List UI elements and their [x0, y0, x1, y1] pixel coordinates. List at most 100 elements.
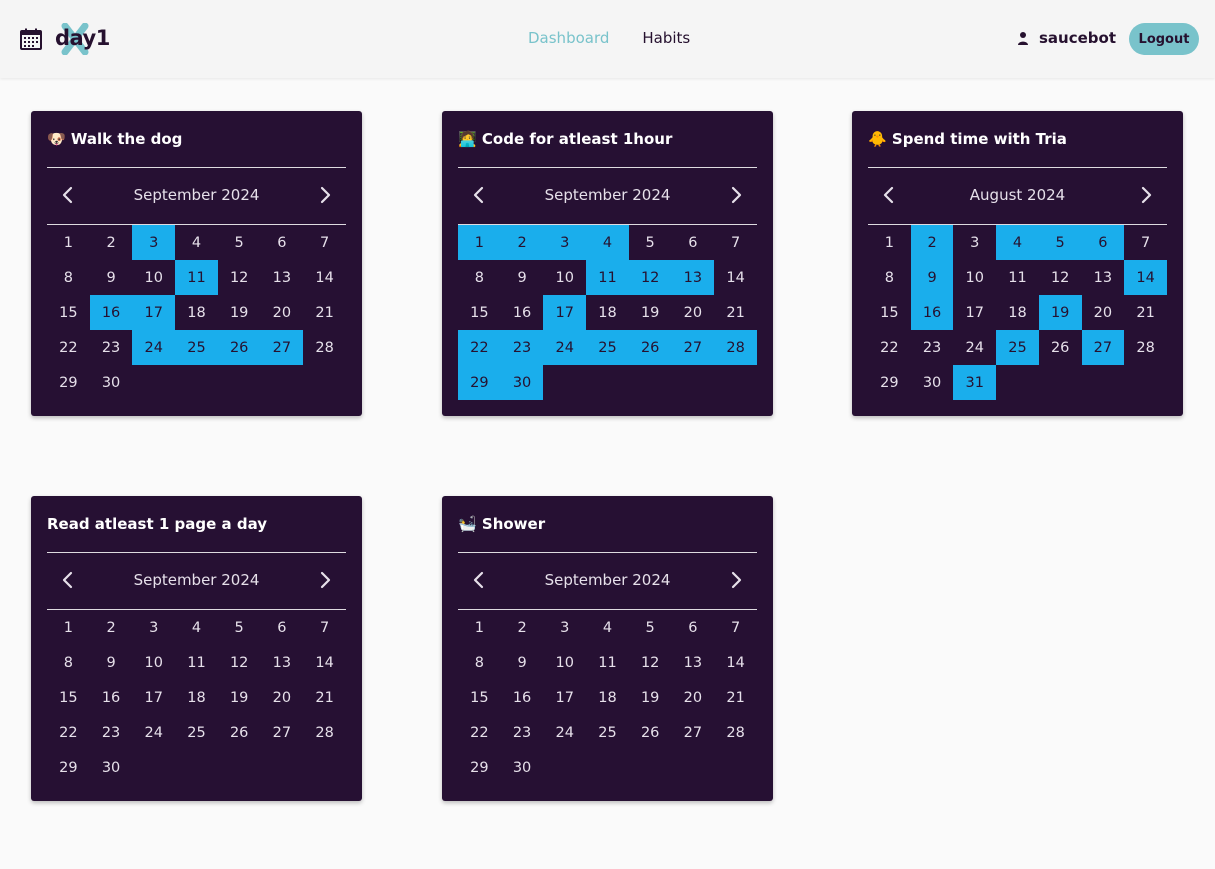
calendar-day[interactable]: 1: [868, 225, 911, 260]
calendar-day-completed[interactable]: 25: [175, 330, 218, 365]
calendar-day-completed[interactable]: 11: [175, 260, 218, 295]
calendar-day[interactable]: 29: [47, 750, 90, 785]
calendar-day[interactable]: 10: [132, 645, 175, 680]
calendar-day[interactable]: 11: [996, 260, 1039, 295]
calendar-day-completed[interactable]: 4: [996, 225, 1039, 260]
calendar-day-completed[interactable]: 6: [1081, 225, 1125, 260]
calendar-day-completed[interactable]: 30: [500, 365, 544, 400]
calendar-day[interactable]: 22: [47, 330, 90, 365]
calendar-day-completed[interactable]: 14: [1124, 260, 1167, 295]
nav-habits[interactable]: Habits: [642, 29, 690, 47]
calendar-day-completed[interactable]: 29: [458, 365, 501, 400]
calendar-day[interactable]: 27: [672, 715, 715, 750]
calendar-day[interactable]: 22: [458, 715, 501, 750]
calendar-day-completed[interactable]: 22: [458, 330, 501, 365]
calendar-day[interactable]: 26: [1039, 330, 1082, 365]
calendar-day[interactable]: 2: [501, 610, 544, 645]
calendar-day[interactable]: 4: [586, 610, 629, 645]
calendar-day[interactable]: 16: [501, 680, 544, 715]
calendar-day[interactable]: 2: [90, 610, 133, 645]
calendar-day[interactable]: 10: [953, 260, 996, 295]
calendar-day-completed[interactable]: 13: [671, 260, 715, 295]
calendar-day[interactable]: 13: [1082, 260, 1125, 295]
calendar-day[interactable]: 20: [261, 680, 304, 715]
calendar-day[interactable]: 1: [47, 610, 90, 645]
calendar-day[interactable]: 19: [218, 680, 261, 715]
calendar-day[interactable]: 20: [261, 295, 304, 330]
calendar-day-completed[interactable]: 28: [714, 330, 757, 365]
calendar-day[interactable]: 18: [586, 295, 629, 330]
calendar-day[interactable]: 7: [714, 225, 757, 260]
calendar-day[interactable]: 16: [90, 680, 133, 715]
calendar-day[interactable]: 25: [586, 715, 629, 750]
calendar-day[interactable]: 5: [629, 225, 672, 260]
calendar-day[interactable]: 8: [47, 645, 90, 680]
calendar-day[interactable]: 11: [586, 645, 629, 680]
chevron-right-icon[interactable]: [728, 186, 744, 204]
calendar-day[interactable]: 30: [90, 365, 133, 400]
calendar-day[interactable]: 29: [458, 750, 501, 785]
calendar-day[interactable]: 15: [47, 295, 90, 330]
calendar-day[interactable]: 20: [672, 295, 715, 330]
calendar-day[interactable]: 8: [458, 645, 501, 680]
calendar-day[interactable]: 15: [458, 680, 501, 715]
calendar-day-completed[interactable]: 12: [628, 260, 672, 295]
calendar-day[interactable]: 28: [303, 330, 346, 365]
calendar-day[interactable]: 21: [714, 295, 757, 330]
calendar-day[interactable]: 30: [501, 750, 544, 785]
calendar-day[interactable]: 6: [672, 225, 715, 260]
calendar-day[interactable]: 17: [132, 680, 175, 715]
calendar-day[interactable]: 7: [714, 610, 757, 645]
calendar-day-completed[interactable]: 5: [1038, 225, 1082, 260]
calendar-day[interactable]: 17: [543, 680, 586, 715]
calendar-day[interactable]: 28: [714, 715, 757, 750]
calendar-day[interactable]: 17: [953, 295, 996, 330]
calendar-day-completed[interactable]: 26: [628, 330, 672, 365]
calendar-day[interactable]: 3: [543, 610, 586, 645]
calendar-day[interactable]: 5: [218, 225, 261, 260]
calendar-day[interactable]: 13: [261, 260, 304, 295]
chevron-right-icon[interactable]: [1138, 186, 1154, 204]
chevron-right-icon[interactable]: [728, 571, 744, 589]
calendar-day[interactable]: 21: [1124, 295, 1167, 330]
calendar-day[interactable]: 18: [175, 680, 218, 715]
calendar-day-completed[interactable]: 31: [953, 365, 997, 400]
calendar-day[interactable]: 1: [458, 610, 501, 645]
calendar-day-completed[interactable]: 2: [500, 225, 544, 260]
calendar-day-completed[interactable]: 27: [260, 330, 304, 365]
calendar-day-completed[interactable]: 23: [500, 330, 544, 365]
calendar-day[interactable]: 18: [175, 295, 218, 330]
calendar-day[interactable]: 6: [261, 610, 304, 645]
calendar-day[interactable]: 13: [672, 645, 715, 680]
calendar-day-completed[interactable]: 9: [910, 260, 954, 295]
calendar-day[interactable]: 10: [543, 260, 586, 295]
calendar-day[interactable]: 6: [261, 225, 304, 260]
calendar-day[interactable]: 12: [629, 645, 672, 680]
calendar-day[interactable]: 10: [132, 260, 175, 295]
calendar-day[interactable]: 24: [953, 330, 996, 365]
calendar-day-completed[interactable]: 24: [132, 330, 176, 365]
calendar-day[interactable]: 9: [501, 260, 544, 295]
calendar-day[interactable]: 12: [218, 260, 261, 295]
calendar-day-completed[interactable]: 26: [217, 330, 261, 365]
calendar-day-completed[interactable]: 11: [586, 260, 629, 295]
calendar-day[interactable]: 15: [868, 295, 911, 330]
chevron-right-icon[interactable]: [317, 186, 333, 204]
brand[interactable]: day1: [20, 23, 110, 55]
calendar-day[interactable]: 30: [911, 365, 954, 400]
calendar-day-completed[interactable]: 3: [543, 225, 587, 260]
calendar-day[interactable]: 14: [714, 260, 757, 295]
calendar-day[interactable]: 9: [90, 260, 133, 295]
calendar-day[interactable]: 7: [303, 610, 346, 645]
calendar-day[interactable]: 6: [672, 610, 715, 645]
calendar-day-completed[interactable]: 17: [132, 295, 176, 330]
calendar-day[interactable]: 29: [47, 365, 90, 400]
calendar-day[interactable]: 14: [714, 645, 757, 680]
calendar-day[interactable]: 5: [218, 610, 261, 645]
calendar-day[interactable]: 9: [501, 645, 544, 680]
calendar-day[interactable]: 2: [90, 225, 133, 260]
logout-button[interactable]: Logout: [1129, 23, 1199, 55]
calendar-day[interactable]: 23: [90, 330, 133, 365]
calendar-day-completed[interactable]: 3: [132, 225, 176, 260]
calendar-day[interactable]: 12: [218, 645, 261, 680]
